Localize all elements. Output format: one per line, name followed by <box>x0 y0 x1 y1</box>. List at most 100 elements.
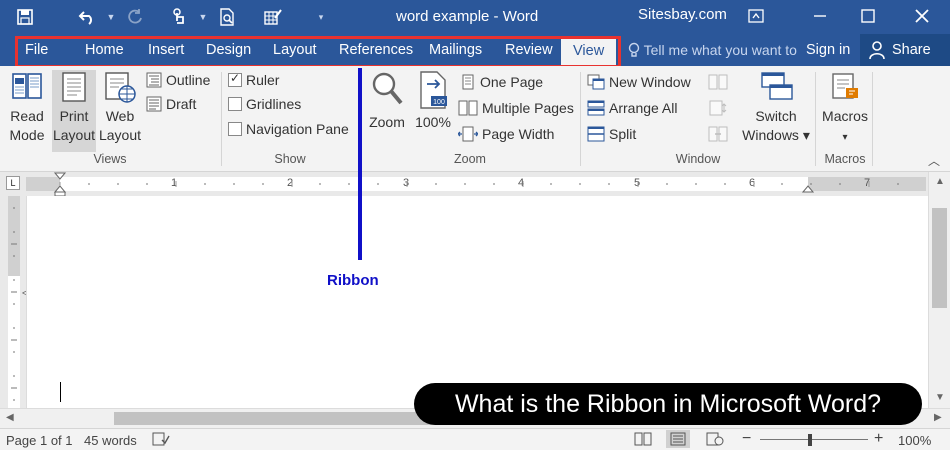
tell-me-search[interactable]: Tell me what you want to do <box>628 34 798 66</box>
save-icon <box>17 9 33 25</box>
print-preview-icon <box>220 8 234 26</box>
ribbon-display-options-button[interactable] <box>738 4 774 28</box>
macros-dropdown-icon[interactable]: ▾ <box>842 132 847 143</box>
read-mode-label-1: Read <box>10 108 44 124</box>
proofing-icon[interactable] <box>152 432 170 449</box>
tab-mailings[interactable]: Mailings <box>429 34 482 66</box>
collapse-ribbon-icon[interactable]: ︿ <box>928 152 940 169</box>
svg-text:100: 100 <box>433 99 445 106</box>
draw-table-button[interactable] <box>260 5 286 29</box>
tab-layout[interactable]: Layout <box>273 34 317 66</box>
switch-windows-button[interactable]: Switch Windows ▾ <box>738 70 814 145</box>
scroll-left-icon[interactable]: ◀ <box>6 412 14 423</box>
navigation-pane-checkbox-box[interactable] <box>228 122 242 136</box>
close-button[interactable] <box>904 4 940 28</box>
ruler-label: Ruler <box>246 72 280 88</box>
macros-button[interactable]: Macros ▾ <box>818 70 872 147</box>
zoom-100-label: 100% <box>415 114 451 130</box>
one-page-button[interactable]: One Page <box>460 72 543 92</box>
zoom-button[interactable]: Zoom <box>365 70 409 132</box>
vertical-scrollbar[interactable]: ▲ ▼ <box>928 172 950 408</box>
tab-insert[interactable]: Insert <box>148 34 184 66</box>
redo-button[interactable] <box>122 5 148 29</box>
gridlines-checkbox-box[interactable] <box>228 97 242 111</box>
person-icon <box>869 41 885 60</box>
document-page[interactable] <box>26 196 928 408</box>
web-layout-label-2: Layout <box>98 127 142 143</box>
split-button[interactable]: Split <box>587 124 636 144</box>
draft-icon <box>146 96 162 112</box>
tab-home[interactable]: Home <box>85 34 124 66</box>
synchronous-scrolling-button[interactable] <box>708 98 728 118</box>
customize-qat-icon[interactable]: ▾ <box>316 12 326 23</box>
maximize-button[interactable] <box>850 4 886 28</box>
draft-button[interactable]: Draft <box>146 94 196 114</box>
horizontal-scroll-thumb[interactable] <box>114 412 434 425</box>
scroll-right-icon[interactable]: ▶ <box>934 412 942 423</box>
reset-window-position-button[interactable] <box>708 124 728 144</box>
tab-file[interactable]: File <box>25 34 48 66</box>
ruler-checkbox[interactable]: Ruler <box>228 70 279 90</box>
scroll-down-icon[interactable]: ▼ <box>935 392 945 403</box>
gridlines-checkbox[interactable]: Gridlines <box>228 94 301 114</box>
caption-banner: What is the Ribbon in Microsoft Word? <box>414 383 922 425</box>
zoom-slider-thumb[interactable] <box>808 434 812 446</box>
zoom-in-icon[interactable]: + <box>874 430 883 448</box>
web-layout-icon <box>105 72 136 103</box>
tab-design[interactable]: Design <box>206 34 251 66</box>
new-window-button[interactable]: New Window <box>587 72 691 92</box>
print-preview-button[interactable] <box>214 5 240 29</box>
view-side-by-side-button[interactable] <box>708 72 728 92</box>
read-mode-label-2: Mode <box>9 127 45 143</box>
group-label-views: Views <box>93 152 127 166</box>
touch-dropdown-icon[interactable]: ▼ <box>198 12 208 22</box>
text-cursor <box>60 382 61 402</box>
arrange-all-button[interactable]: Arrange All <box>587 98 677 118</box>
zoom-out-icon[interactable]: − <box>742 430 751 448</box>
horizontal-ruler[interactable]: L 1 2 3 4 5 6 7 <box>0 172 950 197</box>
vertical-ruler[interactable]: < <box>0 196 27 408</box>
lightbulb-icon <box>628 42 640 57</box>
web-layout-view-icon[interactable] <box>706 432 724 449</box>
touch-mode-button[interactable] <box>166 5 192 29</box>
page-width-icon <box>458 126 478 142</box>
undo-button[interactable] <box>74 5 100 29</box>
tab-view[interactable]: View <box>561 36 617 66</box>
vertical-scroll-thumb[interactable] <box>932 208 947 308</box>
multiple-pages-icon <box>458 100 478 116</box>
tab-selector-icon[interactable]: L <box>6 176 20 190</box>
status-bar: Page 1 of 1 45 words − + 100% <box>0 428 950 450</box>
share-button[interactable]: Share <box>860 34 950 66</box>
multiple-pages-button[interactable]: Multiple Pages <box>458 98 574 118</box>
page-width-button[interactable]: Page Width <box>458 124 554 144</box>
arrange-all-icon <box>587 100 605 116</box>
sign-in-link[interactable]: Sign in <box>806 34 850 66</box>
one-page-icon <box>462 74 474 90</box>
zoom-level[interactable]: 100% <box>898 433 931 448</box>
minimize-icon <box>814 15 826 17</box>
switch-windows-label-2: Windows ▾ <box>742 127 810 143</box>
ruler-checkbox-box[interactable] <box>228 71 242 87</box>
minimize-button[interactable] <box>802 4 838 28</box>
maximize-icon <box>861 9 875 23</box>
web-layout-button[interactable]: Web Layout <box>98 70 142 145</box>
print-layout-view-icon[interactable] <box>666 430 690 448</box>
save-button[interactable] <box>12 5 38 29</box>
tab-references[interactable]: References <box>339 34 413 66</box>
switch-windows-label-1: Switch <box>755 108 797 124</box>
outline-button[interactable]: Outline <box>146 70 210 90</box>
zoom-100-button[interactable]: 100 100% <box>412 70 454 132</box>
page-count[interactable]: Page 1 of 1 <box>6 433 73 448</box>
site-watermark: Sitesbay.com <box>638 6 727 23</box>
zoom-slider-track[interactable] <box>760 439 868 440</box>
group-label-macros: Macros <box>824 152 866 166</box>
tab-review[interactable]: Review <box>505 34 553 66</box>
scroll-up-icon[interactable]: ▲ <box>935 176 945 187</box>
redo-icon <box>128 9 142 24</box>
navigation-pane-checkbox[interactable]: Navigation Pane <box>228 119 349 139</box>
read-mode-view-icon[interactable] <box>634 432 652 449</box>
word-count[interactable]: 45 words <box>84 433 137 448</box>
undo-dropdown-icon[interactable]: ▼ <box>106 12 116 22</box>
read-mode-button[interactable]: Read Mode <box>4 70 50 145</box>
print-layout-button[interactable]: Print Layout <box>52 70 96 152</box>
